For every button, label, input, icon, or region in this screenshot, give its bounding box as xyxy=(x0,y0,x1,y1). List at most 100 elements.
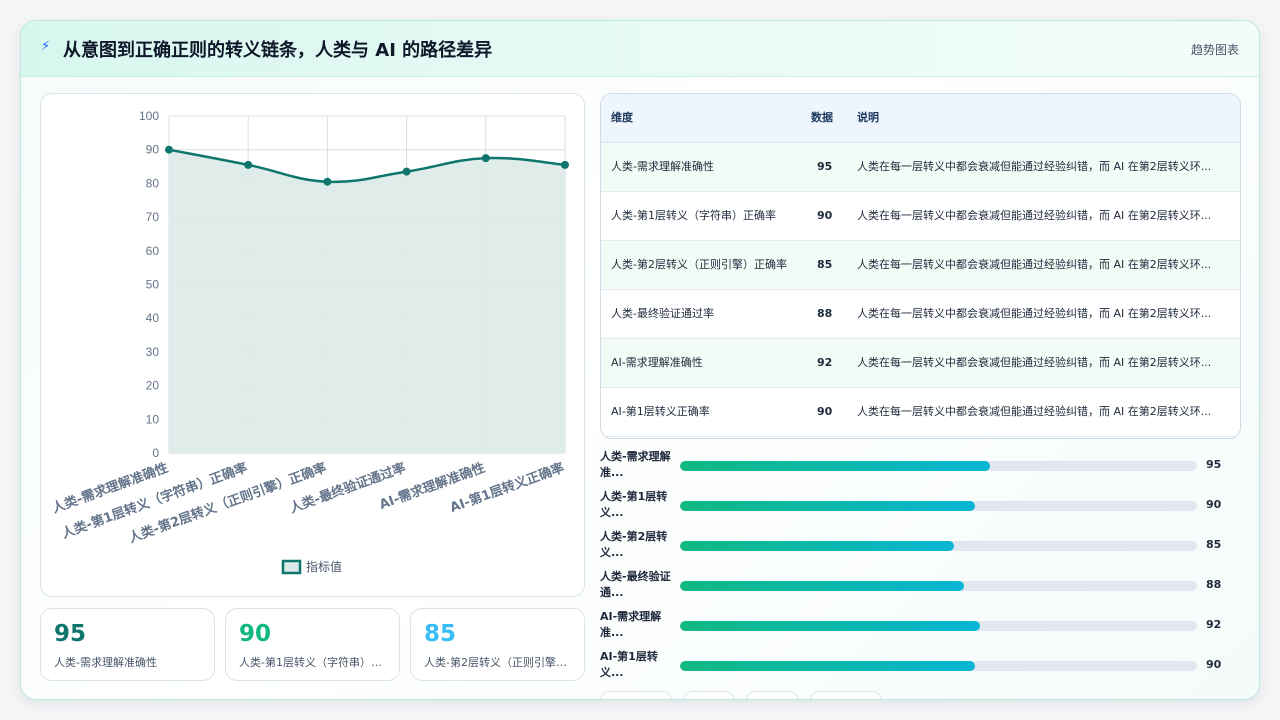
table-row: 人类-第2层转义（正则引擎）正确率 85 人类在每一层转义中都会衰减但能通过经验… xyxy=(601,240,1240,289)
y-tick-label: 20 xyxy=(146,379,160,393)
progress-fill xyxy=(680,621,980,631)
y-tick-label: 70 xyxy=(146,210,160,224)
y-tick-label: 60 xyxy=(146,244,160,258)
y-tick-label: 0 xyxy=(152,446,159,460)
stat-value: 95 xyxy=(54,621,87,647)
progress-label: AI-第1层转义... xyxy=(600,650,658,679)
data-point xyxy=(244,160,253,169)
progress-row: 人类-最终验证通... 88 xyxy=(600,567,1241,607)
data-table-panel: 维度 数据 说明 人类-需求理解准确性 95 人类在每一层转义中都会衰减但能通过… xyxy=(600,93,1241,439)
row-note: 人类在每一层转义中都会衰减但能通过经验纠错，而 AI 在第2层转义环... xyxy=(847,240,1240,289)
column-header-value: 数据 xyxy=(807,94,847,143)
row-note-text: 人类在每一层转义中都会衰减但能通过经验纠错，而 AI 在第2层转义环... xyxy=(857,159,1212,173)
trend-chart: 0102030405060708090100人类-需求理解准确性人类-第1层转义… xyxy=(50,109,569,575)
stat-card: 85 人类-第2层转义（正则引擎）正确率 xyxy=(410,608,585,681)
data-point xyxy=(481,154,490,163)
row-note: 人类在每一层转义中都会衰减但能通过经验纠错，而 AI 在第2层转义环... xyxy=(847,289,1240,338)
progress-bars: 人类-需求理解准... 95 人类-第1层转义... 90 人类-第2层转义..… xyxy=(600,447,1241,687)
row-value: 92 xyxy=(817,355,833,369)
data-point xyxy=(323,177,332,186)
row-note-text: 人类在每一层转义中都会衰减但能通过经验纠错，而 AI 在第2层转义环... xyxy=(857,355,1212,369)
table-header-row: 维度 数据 说明 xyxy=(601,94,1240,143)
y-tick-label: 10 xyxy=(146,412,160,426)
progress-row: 人类-第2层转义... 85 xyxy=(600,527,1241,567)
row-note-text: 人类在每一层转义中都会衰减但能通过经验纠错，而 AI 在第2层转义环... xyxy=(857,404,1212,418)
data-point xyxy=(165,145,173,154)
progress-label: 人类-需求理解准... xyxy=(600,450,671,479)
progress-track xyxy=(680,661,1197,671)
stat-label: 人类-需求理解准确性 xyxy=(54,656,157,669)
table-row: AI-第1层转义正确率 90 人类在每一层转义中都会衰减但能通过经验纠错，而 A… xyxy=(601,387,1240,436)
row-note: 人类在每一层转义中都会衰减但能通过经验纠错，而 AI 在第2层转义环... xyxy=(847,191,1240,240)
y-tick-label: 30 xyxy=(146,345,160,359)
legend-label: 指标值 xyxy=(306,559,342,574)
y-tick-label: 40 xyxy=(146,311,160,325)
y-tick-label: 90 xyxy=(146,143,160,157)
data-point xyxy=(402,167,411,176)
column-header-note: 说明 xyxy=(847,94,1240,143)
row-value: 85 xyxy=(817,257,833,271)
stat-label: 人类-第1层转义（字符串）正确率 xyxy=(239,656,389,669)
page-title: 从意图到正确正则的转义链条，人类与 AI 的路径差异 xyxy=(63,40,493,61)
progress-value: 88 xyxy=(1206,578,1222,591)
row-note: 人类在每一层转义中都会衰减但能通过经验纠错，而 AI 在第2层转义环... xyxy=(847,338,1240,387)
row-value: 90 xyxy=(817,208,833,222)
progress-row: AI-需求理解准... 92 xyxy=(600,607,1241,647)
table-row: 人类-需求理解准确性 95 人类在每一层转义中都会衰减但能通过经验纠错，而 AI… xyxy=(601,142,1240,191)
progress-fill xyxy=(680,501,975,511)
stat-card: 90 人类-第1层转义（字符串）正确率 xyxy=(225,608,400,681)
tag-pill[interactable] xyxy=(683,691,735,699)
column-header-dimension: 维度 xyxy=(601,94,807,143)
row-dimension: 人类-需求理解准确性 xyxy=(611,159,714,173)
progress-row: AI-第1层转义... 90 xyxy=(600,647,1241,687)
row-value: 95 xyxy=(817,159,833,173)
row-dimension: 人类-第2层转义（正则引擎）正确率 xyxy=(611,257,787,271)
stat-label: 人类-第2层转义（正则引擎）正确率 xyxy=(424,656,574,669)
y-tick-label: 80 xyxy=(146,176,160,190)
progress-fill xyxy=(680,461,991,471)
row-value: 88 xyxy=(817,306,833,320)
progress-value: 85 xyxy=(1206,538,1222,551)
progress-track xyxy=(680,581,1197,591)
tag-pill[interactable] xyxy=(600,691,672,699)
progress-row: 人类-需求理解准... 95 xyxy=(600,447,1241,487)
progress-label: AI-需求理解准... xyxy=(600,610,662,639)
table-row: 人类-第1层转义（字符串）正确率 90 人类在每一层转义中都会衰减但能通过经验纠… xyxy=(601,191,1240,240)
dashboard-card: ⚡ 从意图到正确正则的转义链条，人类与 AI 的路径差异 趋势图表 0 10 20 3… xyxy=(20,20,1260,700)
progress-value: 90 xyxy=(1206,498,1222,511)
progress-fill xyxy=(680,541,954,551)
tag-row xyxy=(600,691,1241,699)
row-dimension: 人类-第1层转义（字符串）正确率 xyxy=(611,208,776,222)
progress-fill xyxy=(680,581,965,591)
chart-type-label: 趋势图表 xyxy=(1190,43,1239,57)
progress-track xyxy=(680,541,1197,551)
progress-label: 人类-最终验证通... xyxy=(600,570,671,599)
chart-panel: 0 10 20 30 40 50 60 70 80 90 100 人类-需求理解准确性 人类-第1层转义… xyxy=(40,93,585,597)
row-dimension: AI-需求理解准确性 xyxy=(611,355,703,369)
data-table: 维度 数据 说明 人类-需求理解准确性 95 人类在每一层转义中都会衰减但能通过… xyxy=(601,94,1240,437)
progress-track xyxy=(680,461,1197,471)
lightning-icon: ⚡ xyxy=(41,39,51,54)
row-dimension: 人类-最终验证通过率 xyxy=(611,306,714,320)
progress-label: 人类-第1层转义... xyxy=(600,490,668,519)
y-tick-label: 100 xyxy=(139,109,159,123)
row-dimension: AI-第1层转义正确率 xyxy=(611,404,710,418)
row-note-text: 人类在每一层转义中都会衰减但能通过经验纠错，而 AI 在第2层转义环... xyxy=(857,257,1212,271)
progress-value: 95 xyxy=(1206,458,1222,471)
row-note-text: 人类在每一层转义中都会衰减但能通过经验纠错，而 AI 在第2层转义环... xyxy=(857,306,1212,320)
progress-row: 人类-第1层转义... 90 xyxy=(600,487,1241,527)
tag-pill[interactable] xyxy=(810,691,882,699)
progress-label: 人类-第2层转义... xyxy=(600,530,668,559)
tag-pill[interactable] xyxy=(746,691,799,699)
progress-track xyxy=(680,621,1197,631)
row-value: 90 xyxy=(817,404,833,418)
stat-card: 95 人类-需求理解准确性 xyxy=(40,608,215,681)
row-note: 人类在每一层转义中都会衰减但能通过经验纠错，而 AI 在第2层转义环... xyxy=(847,387,1240,436)
stat-value: 90 xyxy=(239,621,272,647)
table-row: 人类-最终验证通过率 88 人类在每一层转义中都会衰减但能通过经验纠错，而 AI… xyxy=(601,289,1240,338)
progress-value: 92 xyxy=(1206,618,1222,631)
progress-fill xyxy=(680,661,975,671)
stat-value: 85 xyxy=(424,621,457,647)
table-row: AI-需求理解准确性 92 人类在每一层转义中都会衰减但能通过经验纠错，而 AI… xyxy=(601,338,1240,387)
progress-value: 90 xyxy=(1206,658,1222,671)
